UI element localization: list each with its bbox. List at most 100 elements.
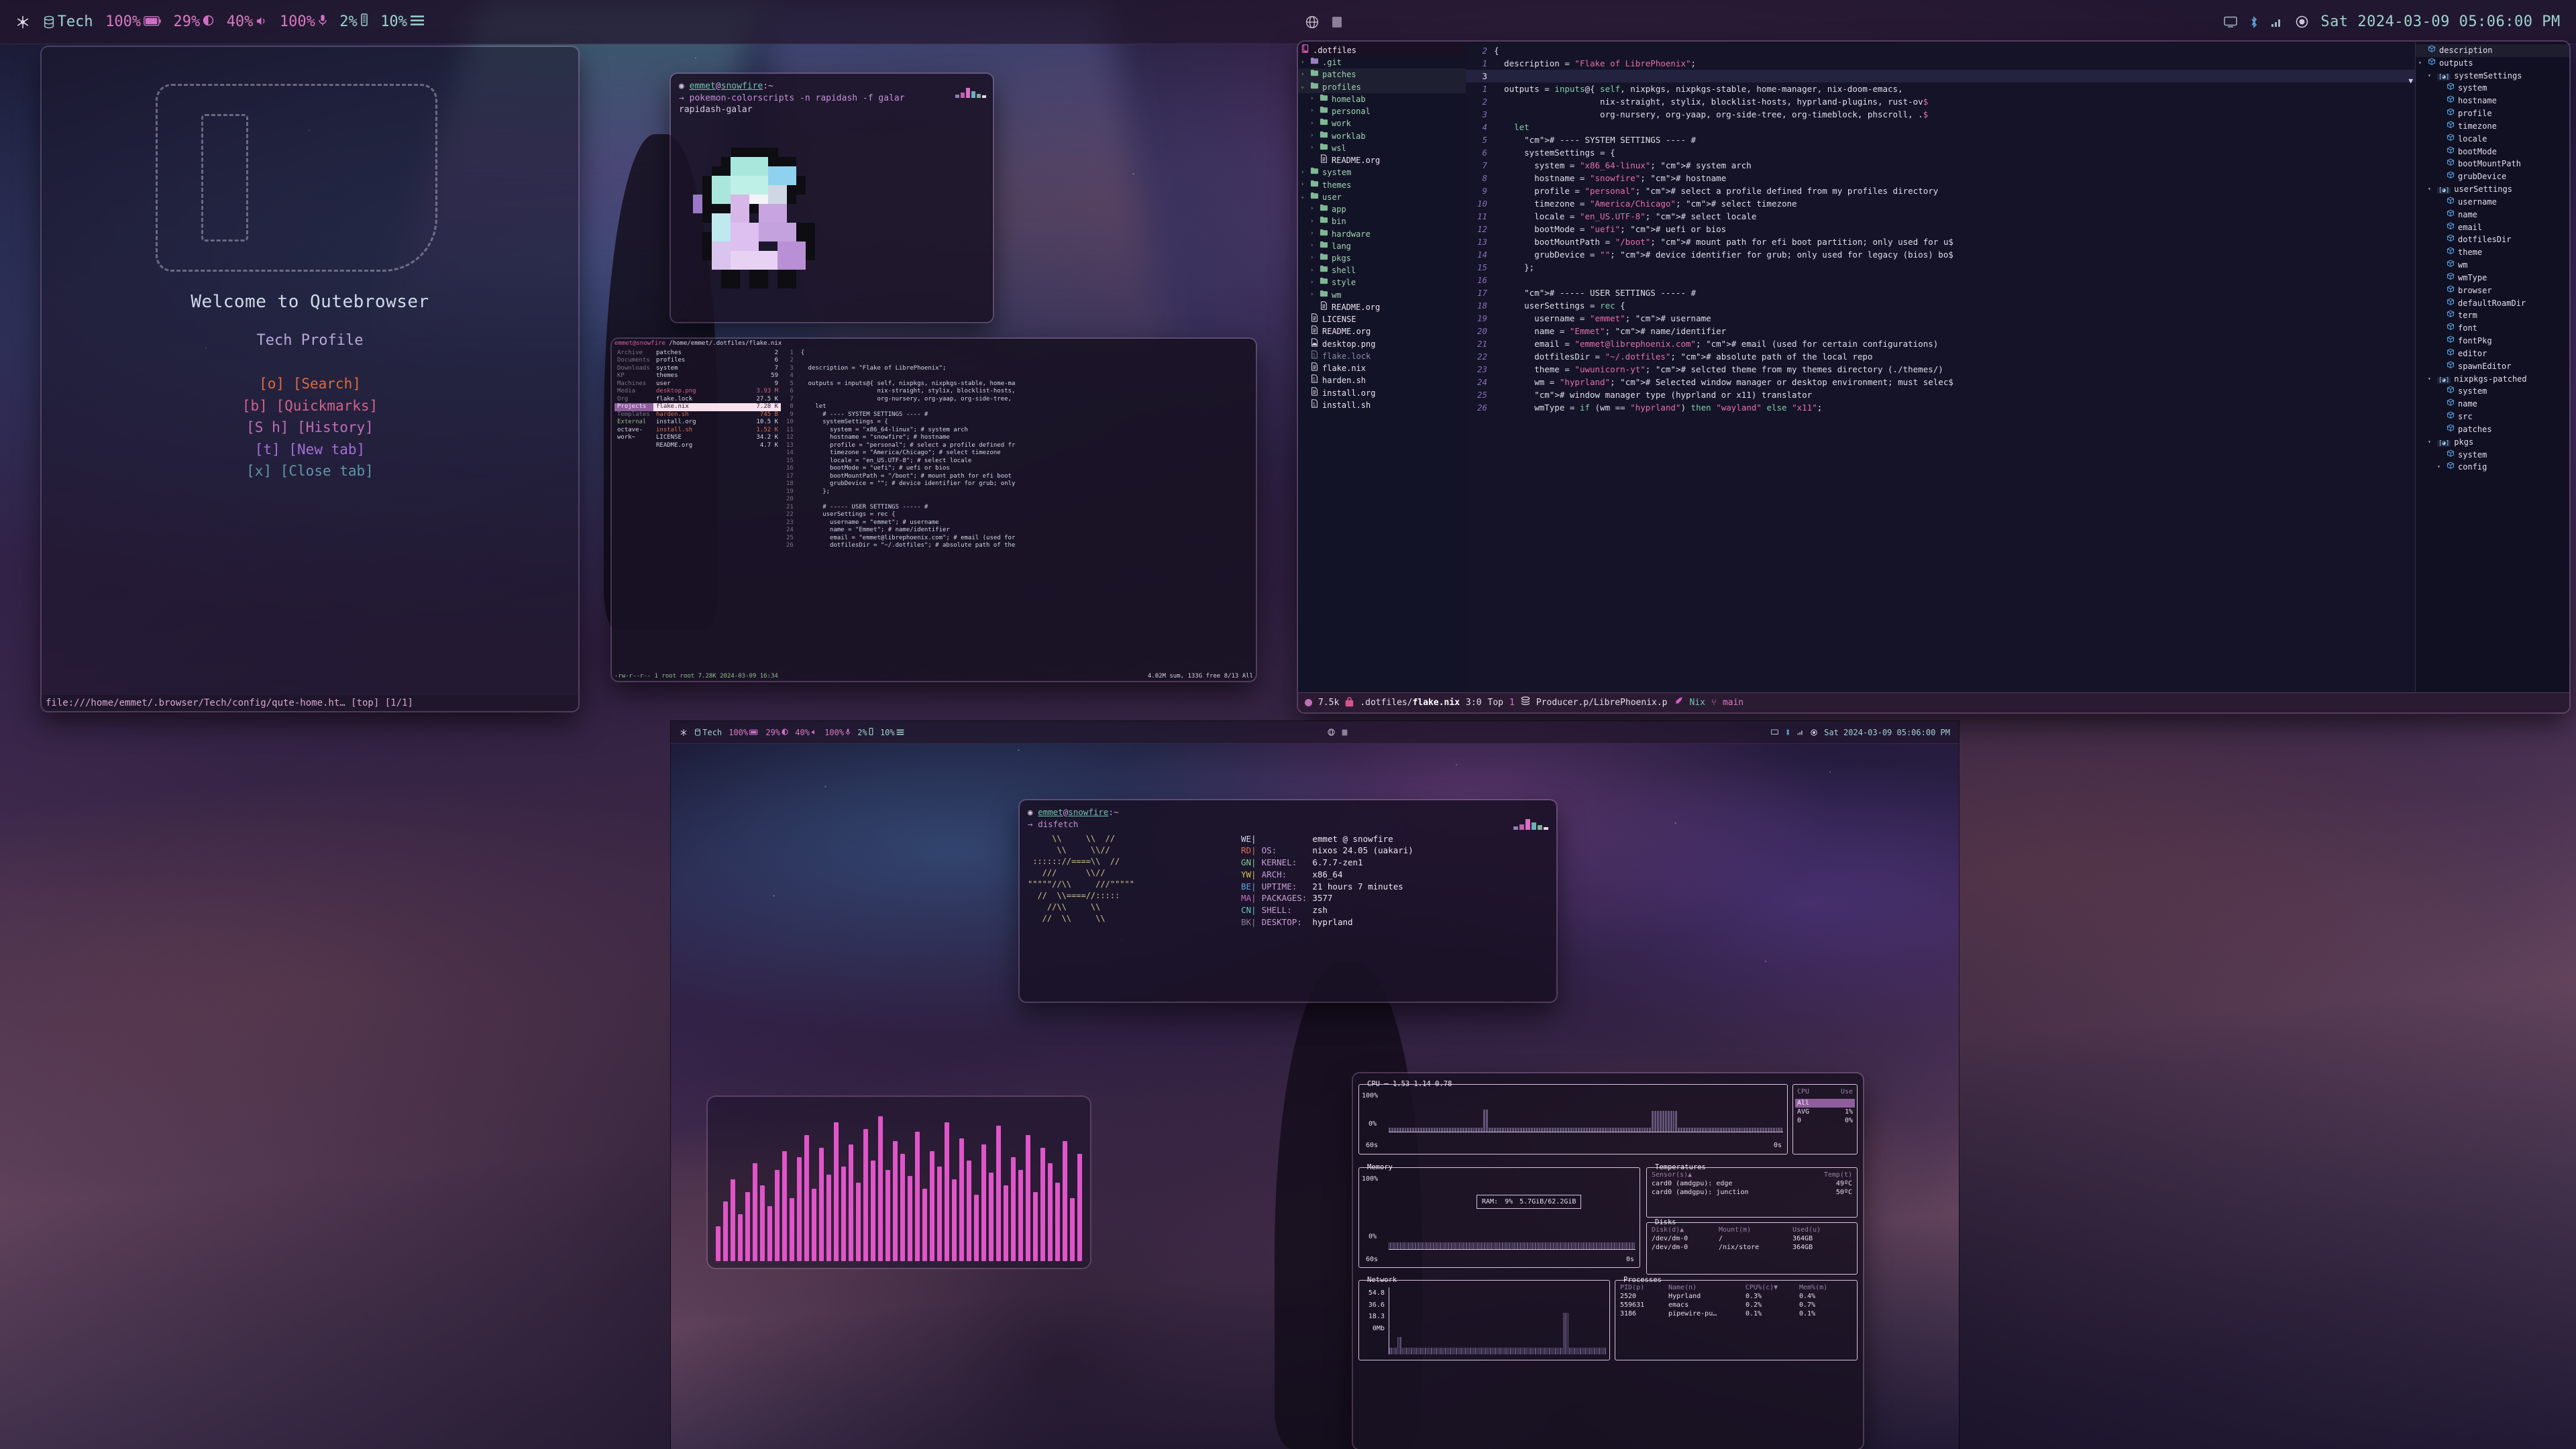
- process-row[interactable]: 3186 pipewire-pu… 0.1% 0.1%: [1620, 1309, 1852, 1318]
- ranger-parent-item[interactable]: octave-work~: [614, 427, 653, 442]
- outline-item[interactable]: ▾ [◕] nixpkgs-patched: [2416, 373, 2569, 386]
- ranger-file-manager-window[interactable]: emmet@snowfire /home/emmet/.dotfiles/fla…: [612, 339, 1256, 681]
- ranger-parent-column[interactable]: Archive Documents Downloads KP Machines Media…: [612, 350, 653, 674]
- outline-item[interactable]: system: [2416, 82, 2569, 95]
- outline-item[interactable]: term: [2416, 309, 2569, 322]
- treemacs-expand-arrow[interactable]: ⌄: [1301, 83, 1307, 92]
- treemacs-item[interactable]: desktop.png: [1298, 338, 1466, 350]
- treemacs-item[interactable]: › work: [1298, 117, 1466, 129]
- treemacs-expand-arrow[interactable]: ›: [1310, 266, 1316, 276]
- outline-caret-icon[interactable]: ▾: [2428, 72, 2434, 80]
- proc-col-cpu[interactable]: CPU%(c)▼: [1746, 1283, 1799, 1292]
- ranger-file-row[interactable]: LICENSE 34.2 K: [653, 434, 781, 442]
- ranger-file-row[interactable]: system 7: [653, 365, 781, 373]
- ranger-parent-item[interactable]: External: [614, 419, 653, 427]
- treemacs-item[interactable]: › homelab: [1298, 93, 1466, 105]
- nested-clock[interactable]: Sat 2024-03-09 05:06:00 PM: [1821, 728, 1953, 737]
- nested-power-icon[interactable]: [1807, 729, 1821, 736]
- ranger-parent-item[interactable]: Downloads: [614, 365, 653, 373]
- outline-item[interactable]: timezone: [2416, 120, 2569, 133]
- outline-item[interactable]: locale: [2416, 133, 2569, 146]
- shortcut-link[interactable]: [o] [Search]: [242, 373, 378, 395]
- treemacs-item[interactable]: README.org: [1298, 154, 1466, 166]
- treemacs-item[interactable]: flake.nix: [1298, 362, 1466, 374]
- outline-item[interactable]: src: [2416, 411, 2569, 423]
- fetch-terminal-window[interactable]: ◉ emmet@snowfire:~ → disfetch \\ \\ // \…: [1020, 800, 1556, 1002]
- nested-window-icon[interactable]: [1338, 729, 1351, 736]
- outline-caret-icon[interactable]: ▾: [2437, 463, 2443, 472]
- treemacs-expand-arrow[interactable]: ›: [1310, 241, 1316, 251]
- emacs-treemacs-panel[interactable]: .dotfiles › .git › patches ⌄ profiles › homelab…: [1298, 42, 1466, 712]
- treemacs-expand-arrow[interactable]: ›: [1301, 58, 1307, 68]
- cpu-module[interactable]: 29%: [167, 13, 220, 30]
- treemacs-item[interactable]: 01 10 flake.lock: [1298, 350, 1466, 362]
- memory-module[interactable]: 2%: [333, 13, 374, 30]
- qutebrowser-window[interactable]: Welcome to Qutebrowser Tech Profile [o] …: [42, 47, 578, 711]
- network-icon[interactable]: [2265, 17, 2289, 28]
- treemacs-expand-arrow[interactable]: ›: [1310, 254, 1316, 263]
- treemacs-item[interactable]: › style: [1298, 276, 1466, 288]
- treemacs-expand-arrow[interactable]: ›: [1310, 119, 1316, 129]
- outline-item[interactable]: username: [2416, 196, 2569, 209]
- shortcut-link[interactable]: [S h] [History]: [242, 417, 378, 439]
- treemacs-item[interactable]: › app: [1298, 203, 1466, 215]
- ranger-file-row[interactable]: install.org 10.5 K: [653, 419, 781, 427]
- audio-visualizer-window[interactable]: [708, 1097, 1090, 1268]
- treemacs-item[interactable]: › themes: [1298, 179, 1466, 191]
- outline-caret-icon[interactable]: ▾: [2418, 59, 2424, 68]
- shortcut-link[interactable]: [b] [Quickmarks]: [242, 395, 378, 417]
- microphone-module[interactable]: 100%: [274, 13, 333, 30]
- outline-item[interactable]: spawnEditor: [2416, 360, 2569, 373]
- ranger-file-row[interactable]: themes 59: [653, 372, 781, 380]
- treemacs-item[interactable]: › personal: [1298, 105, 1466, 117]
- ranger-parent-item[interactable]: Documents: [614, 357, 653, 365]
- ranger-parent-item[interactable]: Machines: [614, 380, 653, 388]
- treemacs-root[interactable]: .dotfiles: [1298, 44, 1466, 57]
- ranger-file-row[interactable]: README.org 4.7 K: [653, 442, 781, 450]
- treemacs-item[interactable]: › wm: [1298, 289, 1466, 301]
- ranger-file-row[interactable]: profiles 6: [653, 357, 781, 365]
- outline-caret-icon[interactable]: ▾: [2428, 185, 2434, 194]
- treemacs-expand-arrow[interactable]: ›: [1310, 278, 1316, 288]
- treemacs-item[interactable]: › shell: [1298, 264, 1466, 276]
- outline-item[interactable]: ▾ [◕] pkgs: [2416, 436, 2569, 449]
- power-icon[interactable]: [2290, 15, 2314, 28]
- outline-item[interactable]: profile: [2416, 107, 2569, 120]
- ranger-file-row[interactable]: harden.sh 745 B: [653, 411, 781, 419]
- nested-globe-icon[interactable]: [1324, 729, 1338, 736]
- globe-icon[interactable]: [1299, 15, 1325, 29]
- top-status-bar[interactable]: Tech 100% 29% 40% 100% 2% 10% Sat 2024-0…: [0, 0, 2576, 44]
- nested-bluetooth-icon[interactable]: [1782, 729, 1794, 736]
- outline-item[interactable]: browser: [2416, 284, 2569, 297]
- proc-col-name[interactable]: Name(n): [1668, 1283, 1746, 1292]
- ranger-file-row[interactable]: desktop.png 3.93 M: [653, 388, 781, 396]
- outline-item[interactable]: system: [2416, 449, 2569, 462]
- cpu-use-row[interactable]: 0 0%: [1795, 1116, 1855, 1125]
- temp-col-temp[interactable]: Temp(t): [1824, 1171, 1852, 1179]
- disk-col-mount[interactable]: Mount(m): [1719, 1226, 1792, 1234]
- outline-caret-icon[interactable]: ▾: [2428, 375, 2434, 384]
- outline-item[interactable]: wm: [2416, 259, 2569, 272]
- ranger-parent-item[interactable]: Templates: [614, 411, 653, 419]
- nested-profile-indicator[interactable]: Tech: [691, 728, 725, 737]
- ranger-parent-item[interactable]: Media: [614, 388, 653, 396]
- treemacs-item[interactable]: › pkgs: [1298, 252, 1466, 264]
- outline-item[interactable]: ▾ config: [2416, 461, 2569, 474]
- proc-col-mem[interactable]: Mem%(m): [1799, 1283, 1827, 1292]
- cpu-use-row[interactable]: All: [1795, 1099, 1855, 1108]
- treemacs-item[interactable]: README.org: [1298, 325, 1466, 337]
- shortcut-link[interactable]: [t] [New tab]: [242, 439, 378, 461]
- outline-item[interactable]: theme: [2416, 246, 2569, 259]
- outline-item[interactable]: fontPkg: [2416, 335, 2569, 347]
- outline-caret-icon[interactable]: ▾: [2428, 438, 2434, 447]
- outline-item[interactable]: ▾ [◕] systemSettings: [2416, 70, 2569, 83]
- outline-item[interactable]: bootMode: [2416, 146, 2569, 158]
- battery-module[interactable]: 100%: [99, 13, 167, 30]
- treemacs-item[interactable]: › lang: [1298, 240, 1466, 252]
- outline-item[interactable]: system: [2416, 385, 2569, 398]
- outline-item[interactable]: grubDevice: [2416, 170, 2569, 183]
- nested-top-status-bar[interactable]: Tech 100% 29% 40% 100% 2% 10% Sat 2024-0…: [671, 721, 1959, 744]
- treemacs-item[interactable]: › worklab: [1298, 130, 1466, 142]
- nested-nix-snowflake-icon[interactable]: [676, 729, 691, 737]
- treemacs-item[interactable]: › hardware: [1298, 228, 1466, 240]
